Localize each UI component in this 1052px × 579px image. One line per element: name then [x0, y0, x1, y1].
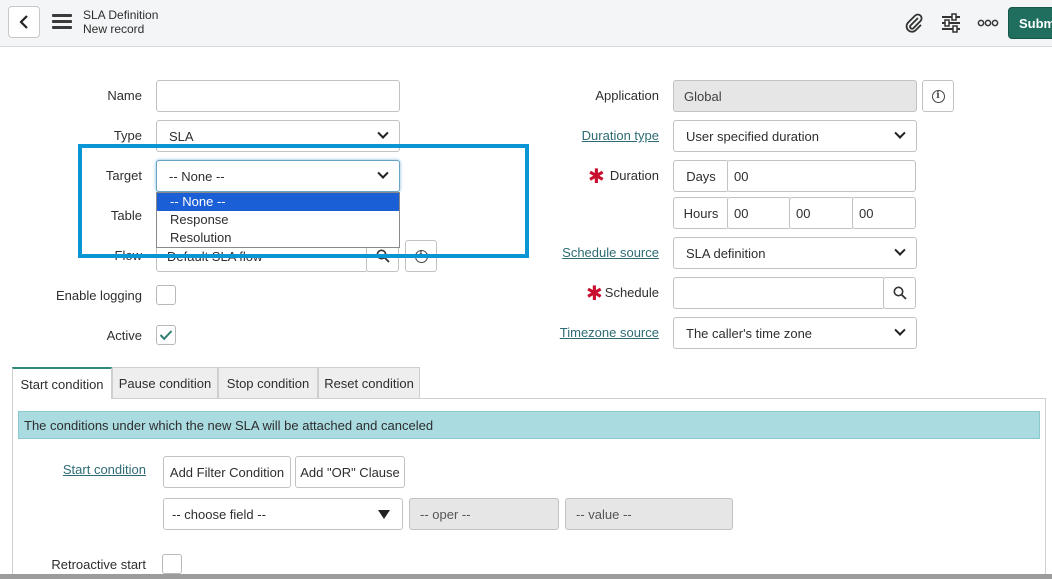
active-checkbox[interactable]: [156, 325, 176, 345]
choose-field-select[interactable]: -- choose field --: [163, 498, 403, 530]
chevron-down-icon: [377, 127, 389, 139]
active-label: Active: [106, 328, 142, 343]
schedule-source-link[interactable]: Schedule source: [540, 245, 659, 260]
add-or-clause-button[interactable]: Add "OR" Clause: [295, 456, 405, 488]
back-button[interactable]: [8, 6, 40, 38]
add-filter-condition-button[interactable]: Add Filter Condition: [163, 456, 291, 488]
hours-input[interactable]: 00: [727, 197, 791, 229]
hamburger-icon[interactable]: [52, 14, 72, 30]
search-icon: [893, 286, 907, 300]
highlight-box: [78, 144, 529, 258]
chevron-left-icon: [19, 15, 28, 29]
start-condition-link[interactable]: Start condition: [30, 462, 146, 477]
hours-label: Hours: [673, 197, 729, 229]
application-info-button[interactable]: i: [922, 80, 954, 112]
chevron-down-icon: [894, 244, 906, 256]
info-icon: i: [931, 89, 945, 103]
type-value: SLA: [169, 128, 194, 144]
timezone-source-link[interactable]: Timezone source: [540, 325, 659, 340]
value-field: -- value --: [565, 498, 733, 530]
submit-button[interactable]: Submi: [1008, 7, 1052, 39]
checkmark-icon: [159, 330, 173, 341]
seconds-input[interactable]: 00: [852, 197, 916, 229]
page-title: SLA Definition: [83, 8, 159, 22]
schedule-input[interactable]: [673, 277, 885, 309]
schedule-label: Schedule: [604, 285, 659, 300]
paperclip-icon[interactable]: [902, 11, 926, 35]
application-field: Global: [673, 80, 917, 112]
timezone-source-value: The caller's time zone: [686, 325, 813, 341]
oper-field: -- oper --: [409, 498, 559, 530]
tab-reset-condition[interactable]: Reset condition: [318, 367, 420, 399]
tab-stop-condition[interactable]: Stop condition: [218, 367, 318, 399]
chevron-down-icon: [894, 127, 906, 139]
duration-label: Duration: [609, 168, 659, 183]
enable-logging-checkbox[interactable]: [156, 285, 176, 305]
name-input[interactable]: [156, 80, 400, 112]
conditions-banner: The conditions under which the new SLA w…: [18, 411, 1040, 439]
minutes-input[interactable]: 00: [789, 197, 854, 229]
timezone-source-select[interactable]: The caller's time zone: [673, 317, 917, 349]
tab-start-condition[interactable]: Start condition: [12, 367, 112, 399]
retroactive-start-label: Retroactive start: [51, 557, 146, 572]
schedule-source-value: SLA definition: [686, 245, 766, 261]
taskbar-strip: [0, 574, 1052, 579]
schedule-source-select[interactable]: SLA definition: [673, 237, 917, 269]
tab-pause-condition[interactable]: Pause condition: [112, 367, 218, 399]
chevron-down-icon: [894, 324, 906, 336]
sliders-icon[interactable]: [939, 11, 963, 35]
retroactive-start-checkbox[interactable]: [162, 554, 182, 574]
more-icon[interactable]: [976, 11, 1000, 35]
type-label: Type: [113, 128, 142, 143]
triangle-down-icon: [378, 509, 390, 519]
schedule-lookup-button[interactable]: [883, 277, 916, 309]
days-label: Days: [673, 160, 729, 192]
duration-type-value: User specified duration: [686, 128, 819, 144]
duration-type-select[interactable]: User specified duration: [673, 120, 917, 152]
name-label: Name: [107, 88, 142, 103]
choose-field-value: -- choose field --: [172, 506, 266, 522]
application-label: Application: [595, 88, 659, 103]
duration-type-link[interactable]: Duration type: [540, 128, 659, 143]
page-subtitle: New record: [83, 22, 145, 36]
days-input[interactable]: 00: [727, 160, 916, 192]
enable-logging-label: Enable logging: [55, 288, 142, 303]
